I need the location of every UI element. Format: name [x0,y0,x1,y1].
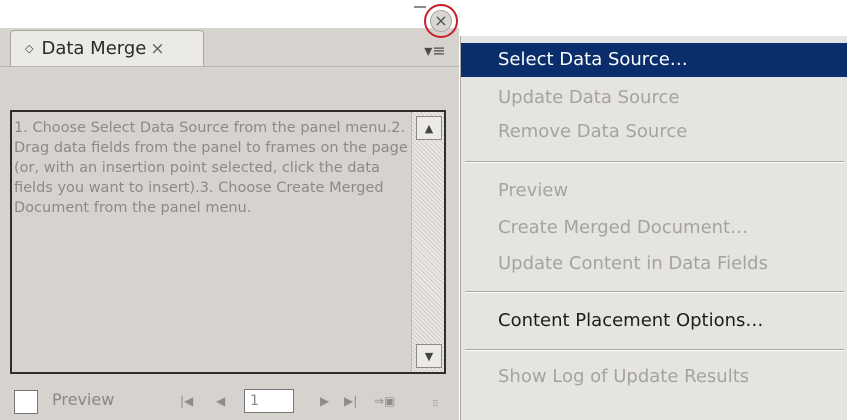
menu-separator [465,349,844,351]
vertical-scrollbar[interactable]: ▲ ▼ [411,112,444,372]
panel-menu-dropdown: Select Data Source… Update Data Source R… [460,36,847,420]
menu-item-create-merged-document[interactable]: Create Merged Document… [461,211,847,245]
menu-item-remove-data-source[interactable]: Remove Data Source [461,115,847,149]
menu-item-preview[interactable]: Preview [461,174,847,208]
menu-separator [465,161,844,163]
menu-separator [465,291,844,293]
previous-record-icon[interactable]: ◀ [216,394,225,408]
resize-grip-icon[interactable]: ⠿ [432,400,452,414]
preview-label: Preview [52,390,115,409]
tab-expand-icon[interactable]: ◇ [25,42,33,55]
data-merge-panel: × ◇ Data Merge × ▾≡ 1. Choose Select Dat… [0,0,459,420]
scroll-down-button[interactable]: ▼ [416,344,442,368]
scroll-up-button[interactable]: ▲ [416,116,442,140]
menu-item-update-data-source[interactable]: Update Data Source [461,81,847,115]
tab-close-icon[interactable]: × [150,39,164,59]
close-icon: × [430,10,452,32]
last-record-icon[interactable]: ▶| [344,394,357,408]
menu-item-select-data-source[interactable]: Select Data Source… [461,43,847,77]
record-number-field[interactable]: 1 [244,389,294,413]
tab-label: Data Merge [41,38,147,59]
tab-divider [0,66,459,67]
panel-footer: Preview |◀ ◀ 1 ▶ ▶| ⇒▣ ⠿ [0,380,459,420]
next-record-icon[interactable]: ▶ [320,394,329,408]
go-to-record-icon[interactable]: ⇒▣ [374,394,395,408]
first-record-icon[interactable]: |◀ [180,394,193,408]
menu-item-update-content-in-data-fields[interactable]: Update Content in Data Fields [461,247,847,281]
panel-title-bar [0,0,459,28]
tab-data-merge[interactable]: ◇ Data Merge × [10,30,204,66]
preview-checkbox[interactable] [14,390,38,414]
menu-item-show-log-of-update-results[interactable]: Show Log of Update Results [461,360,847,394]
menu-item-content-placement-options[interactable]: Content Placement Options… [461,304,847,338]
instructions-text: 1. Choose Select Data Source from the pa… [14,120,408,216]
panel-menu-button[interactable]: ▾≡ [420,40,450,60]
data-fields-list[interactable]: 1. Choose Select Data Source from the pa… [10,110,446,374]
close-panel-button[interactable]: × [424,4,458,38]
minimize-icon[interactable] [414,6,426,8]
